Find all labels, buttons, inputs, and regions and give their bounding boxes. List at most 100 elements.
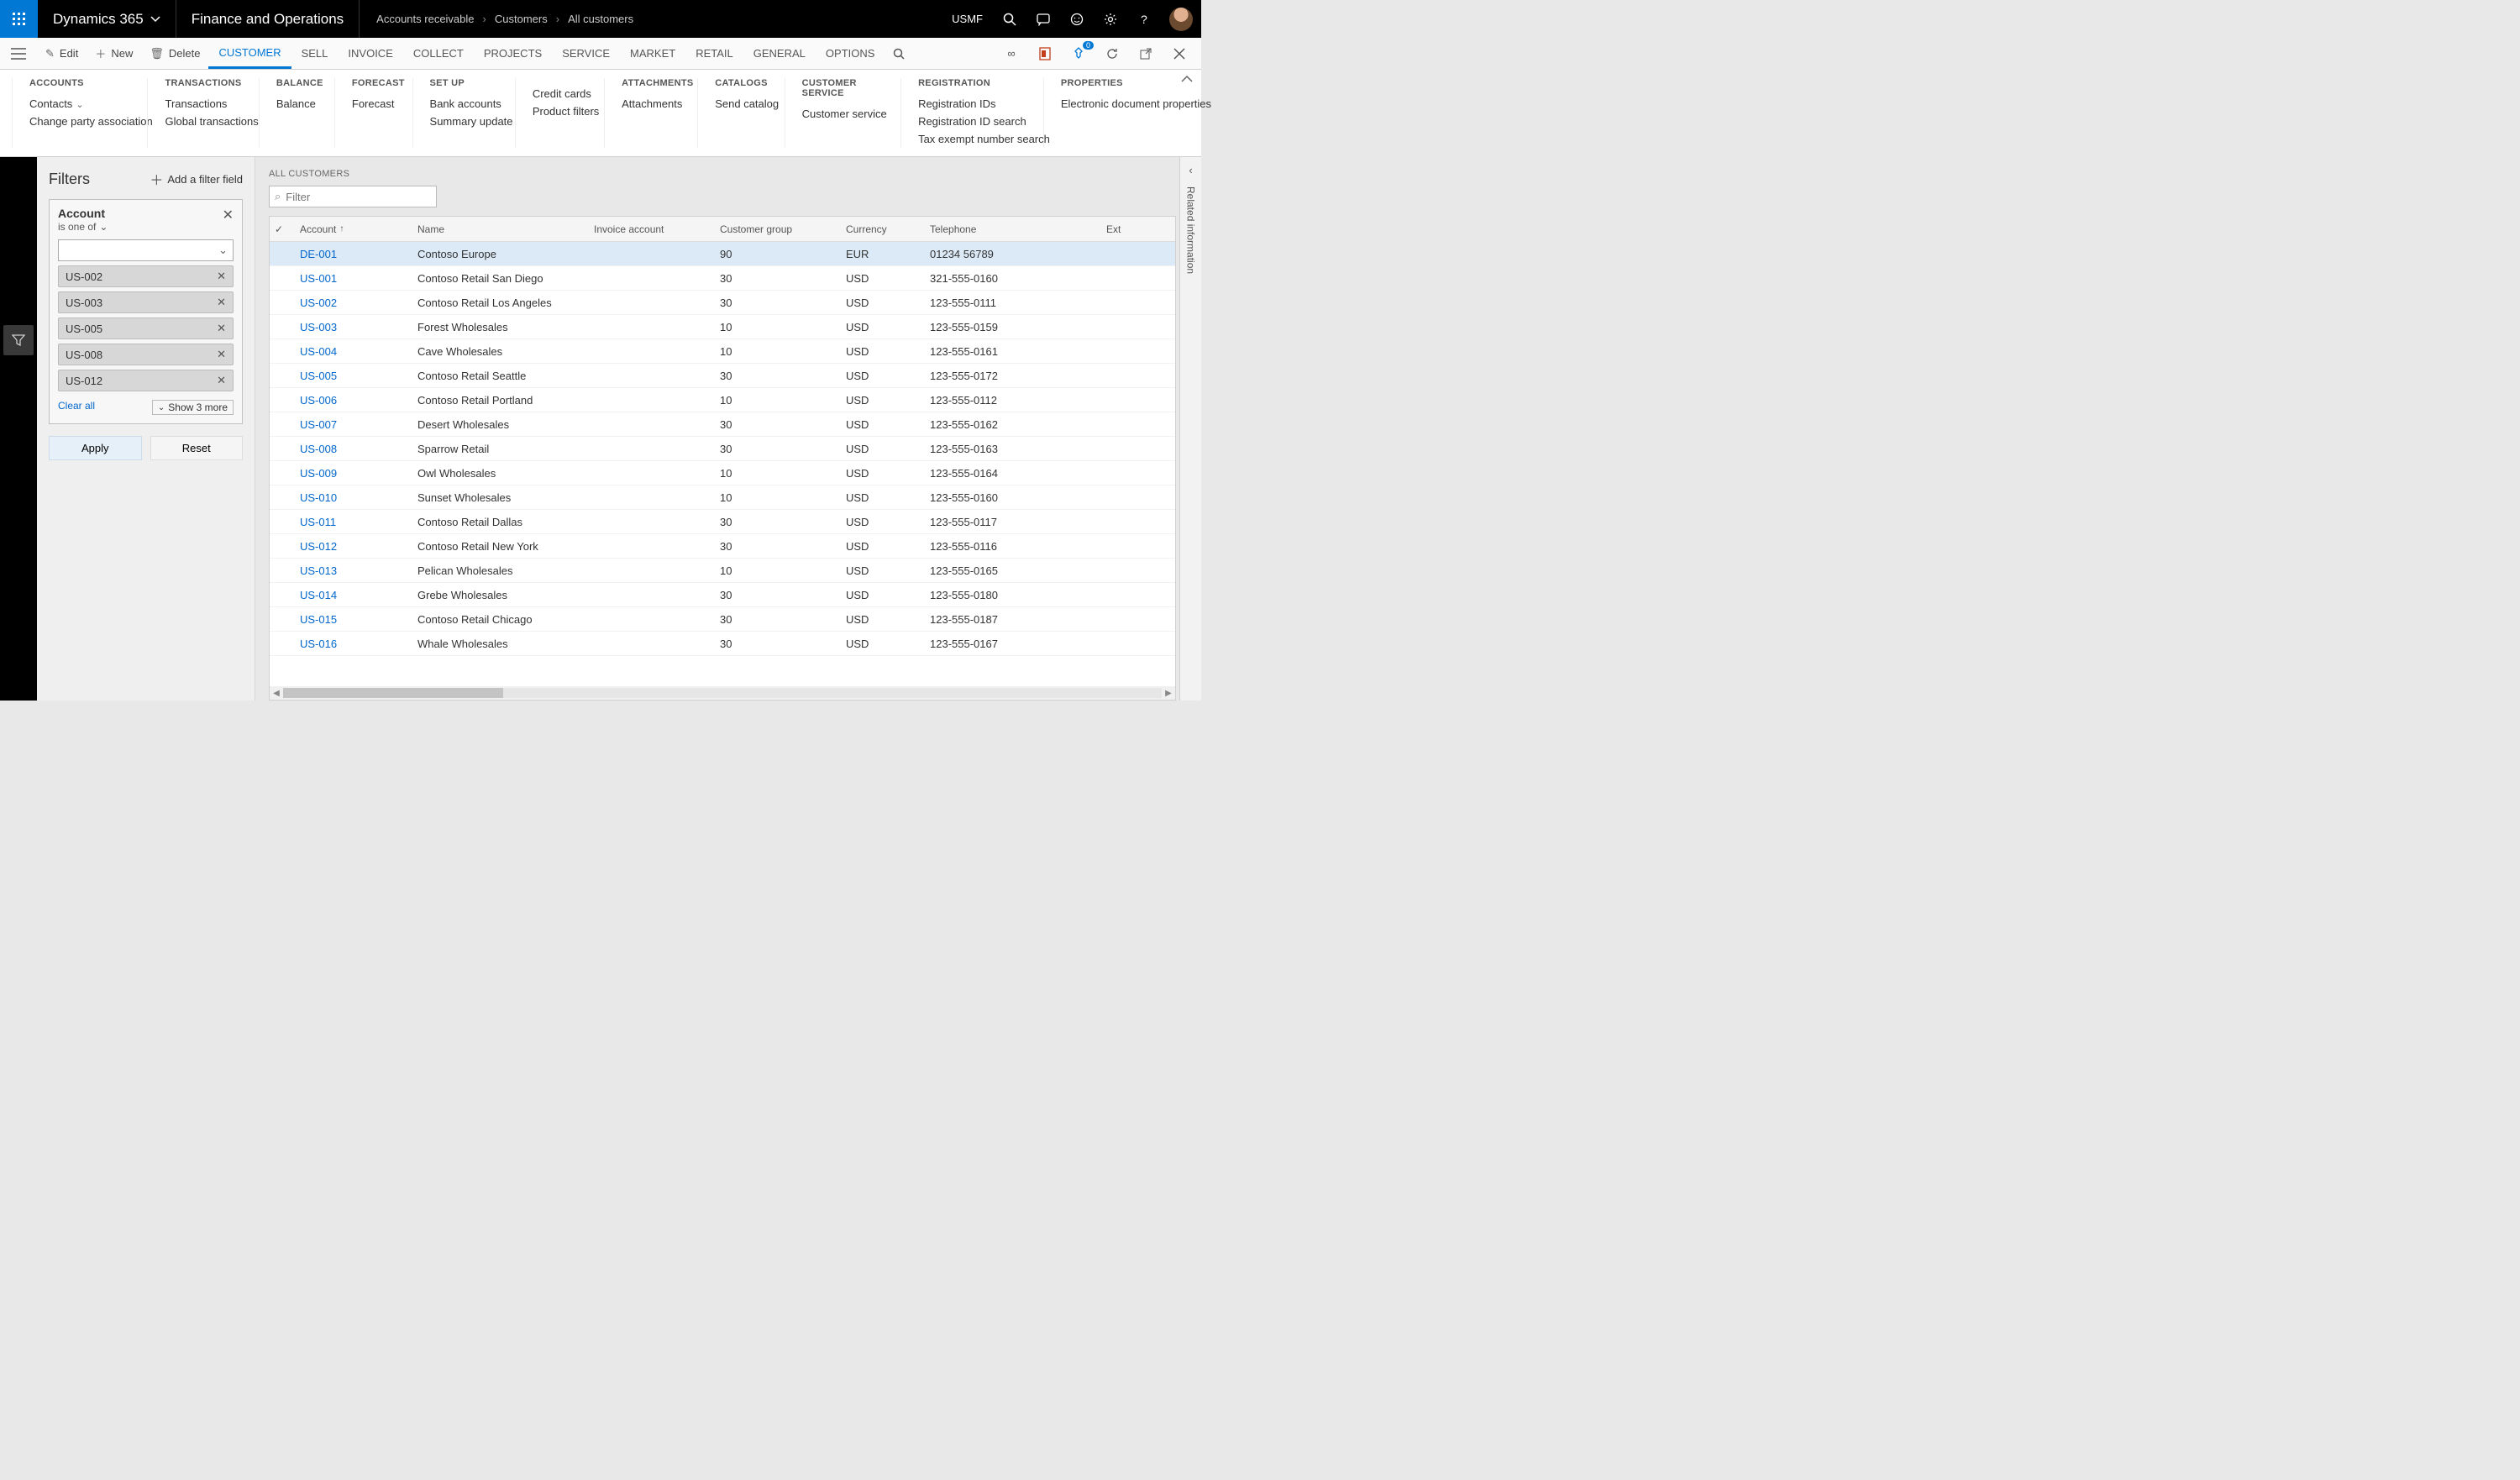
scroll-right-icon[interactable]: ▶ xyxy=(1162,689,1175,698)
ribbon-item[interactable]: Electronic document properties xyxy=(1061,95,1184,113)
cell-account[interactable]: US-014 xyxy=(295,589,412,601)
table-row[interactable]: US-014Grebe Wholesales30USD123-555-0180 xyxy=(270,583,1175,607)
table-row[interactable]: US-001Contoso Retail San Diego30USD321-5… xyxy=(270,266,1175,291)
apply-button[interactable]: Apply xyxy=(49,436,142,460)
notifications-button[interactable]: 0 xyxy=(1062,38,1095,69)
cell-account[interactable]: US-007 xyxy=(295,418,412,431)
col-name[interactable]: Name xyxy=(412,223,589,235)
feedback-button[interactable] xyxy=(1060,0,1094,38)
tab-invoice[interactable]: INVOICE xyxy=(338,38,402,69)
filter-value-input[interactable]: ⌄ xyxy=(58,239,234,261)
filter-rail-button[interactable] xyxy=(3,325,34,355)
tab-general[interactable]: GENERAL xyxy=(743,38,816,69)
ribbon-item[interactable]: Forecast xyxy=(352,95,396,113)
help-button[interactable]: ? xyxy=(1127,0,1161,38)
ribbon-item[interactable]: Registration IDs xyxy=(918,95,1026,113)
table-row[interactable]: US-009Owl Wholesales10USD123-555-0164 xyxy=(270,461,1175,485)
ribbon-item[interactable]: Bank accounts xyxy=(430,95,498,113)
search-page-button[interactable] xyxy=(885,38,913,69)
cell-account[interactable]: US-009 xyxy=(295,467,412,480)
cell-account[interactable]: US-008 xyxy=(295,443,412,455)
cell-account[interactable]: US-011 xyxy=(295,516,412,528)
ribbon-item[interactable]: Registration ID search xyxy=(918,113,1026,130)
col-ext[interactable]: Ext xyxy=(1101,223,1152,235)
col-telephone[interactable]: Telephone xyxy=(925,223,1101,235)
remove-chip-button[interactable]: ✕ xyxy=(217,322,226,335)
ribbon-item[interactable]: Global transactions xyxy=(165,113,241,130)
cell-account[interactable]: US-004 xyxy=(295,345,412,358)
office-button[interactable] xyxy=(1028,38,1062,69)
app-launcher[interactable] xyxy=(0,0,38,38)
grid-quick-filter[interactable]: ⌕ xyxy=(269,186,437,207)
table-row[interactable]: US-006Contoso Retail Portland10USD123-55… xyxy=(270,388,1175,412)
delete-button[interactable]: 🗑Delete xyxy=(141,38,208,69)
table-row[interactable]: US-010Sunset Wholesales10USD123-555-0160 xyxy=(270,485,1175,510)
scroll-thumb[interactable] xyxy=(283,688,503,698)
filter-operator-dropdown[interactable]: is one of ⌄ xyxy=(58,221,108,233)
close-page-button[interactable] xyxy=(1163,38,1196,69)
col-group[interactable]: Customer group xyxy=(715,223,841,235)
ribbon-item[interactable]: Summary update xyxy=(430,113,498,130)
clear-all-link[interactable]: Clear all xyxy=(58,400,95,415)
tab-options[interactable]: OPTIONS xyxy=(816,38,885,69)
table-row[interactable]: US-013Pelican Wholesales10USD123-555-016… xyxy=(270,559,1175,583)
link-button[interactable]: ∞ xyxy=(995,38,1028,69)
remove-chip-button[interactable]: ✕ xyxy=(217,296,226,309)
ribbon-item[interactable]: Balance xyxy=(276,95,318,113)
tab-projects[interactable]: PROJECTS xyxy=(474,38,552,69)
expand-related-button[interactable]: ‹ xyxy=(1189,164,1192,176)
scroll-track[interactable] xyxy=(283,688,1162,698)
cell-account[interactable]: US-012 xyxy=(295,540,412,553)
cell-account[interactable]: US-003 xyxy=(295,321,412,333)
tab-market[interactable]: MARKET xyxy=(620,38,685,69)
company-code[interactable]: USMF xyxy=(942,13,993,25)
tab-retail[interactable]: RETAIL xyxy=(685,38,743,69)
table-row[interactable]: US-011Contoso Retail Dallas30USD123-555-… xyxy=(270,510,1175,534)
col-account[interactable]: Account↑ xyxy=(295,223,412,235)
table-row[interactable]: US-002Contoso Retail Los Angeles30USD123… xyxy=(270,291,1175,315)
ribbon-collapse[interactable] xyxy=(1181,75,1193,83)
cell-account[interactable]: US-001 xyxy=(295,272,412,285)
crumb-2[interactable]: All customers xyxy=(568,13,633,25)
refresh-button[interactable] xyxy=(1095,38,1129,69)
messages-button[interactable] xyxy=(1026,0,1060,38)
cell-account[interactable]: US-016 xyxy=(295,638,412,650)
scroll-left-icon[interactable]: ◀ xyxy=(270,689,283,698)
cell-account[interactable]: DE-001 xyxy=(295,248,412,260)
select-all-checkbox[interactable]: ✓ xyxy=(270,223,295,235)
brand-dropdown[interactable]: Dynamics 365 xyxy=(38,0,176,38)
remove-chip-button[interactable]: ✕ xyxy=(217,348,226,361)
ribbon-item[interactable]: Product filters xyxy=(533,102,587,120)
ribbon-item[interactable]: Credit cards xyxy=(533,85,587,102)
col-currency[interactable]: Currency xyxy=(841,223,925,235)
cell-account[interactable]: US-002 xyxy=(295,297,412,309)
nav-toggle[interactable] xyxy=(0,38,37,69)
remove-chip-button[interactable]: ✕ xyxy=(217,270,226,283)
cell-account[interactable]: US-010 xyxy=(295,491,412,504)
grid-filter-input[interactable] xyxy=(286,191,433,203)
table-body[interactable]: DE-001Contoso Europe90EUR01234 56789US-0… xyxy=(270,242,1175,686)
remove-filter-button[interactable]: ✕ xyxy=(223,207,234,223)
horizontal-scrollbar[interactable]: ◀ ▶ xyxy=(270,686,1175,700)
crumb-0[interactable]: Accounts receivable xyxy=(376,13,474,25)
cell-account[interactable]: US-005 xyxy=(295,370,412,382)
ribbon-item[interactable]: Tax exempt number search xyxy=(918,130,1026,148)
ribbon-item[interactable]: Customer service xyxy=(802,105,884,123)
table-row[interactable]: US-004Cave Wholesales10USD123-555-0161 xyxy=(270,339,1175,364)
ribbon-item[interactable]: Attachments xyxy=(622,95,680,113)
table-row[interactable]: US-008Sparrow Retail30USD123-555-0163 xyxy=(270,437,1175,461)
popout-button[interactable] xyxy=(1129,38,1163,69)
ribbon-item[interactable]: Change party association xyxy=(29,113,130,130)
avatar[interactable] xyxy=(1169,8,1193,31)
cell-account[interactable]: US-015 xyxy=(295,613,412,626)
search-button[interactable] xyxy=(993,0,1026,38)
ribbon-item[interactable]: Transactions xyxy=(165,95,241,113)
tab-service[interactable]: SERVICE xyxy=(552,38,620,69)
cell-account[interactable]: US-006 xyxy=(295,394,412,407)
edit-button[interactable]: ✎Edit xyxy=(37,38,87,69)
tab-customer[interactable]: CUSTOMER xyxy=(208,38,291,69)
table-row[interactable]: DE-001Contoso Europe90EUR01234 56789 xyxy=(270,242,1175,266)
tab-sell[interactable]: SELL xyxy=(291,38,339,69)
table-row[interactable]: US-007Desert Wholesales30USD123-555-0162 xyxy=(270,412,1175,437)
new-button[interactable]: ＋New xyxy=(87,38,141,69)
